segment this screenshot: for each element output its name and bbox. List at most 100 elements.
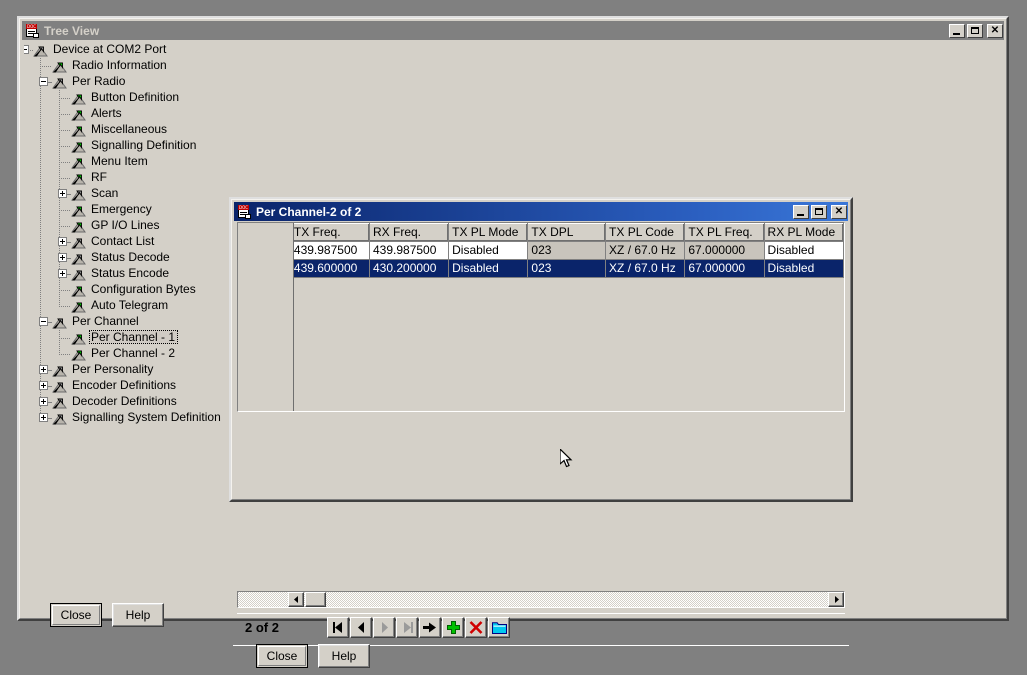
branch-arrow-icon	[71, 187, 86, 201]
tree-item-miscellaneous[interactable]: Miscellaneous	[24, 122, 1004, 138]
dialog-help-button[interactable]: Help	[318, 644, 370, 668]
expand-icon[interactable]	[39, 381, 48, 390]
delete-record-button[interactable]	[465, 617, 487, 638]
minimize-button[interactable]	[949, 23, 965, 38]
branch-arrow-icon	[71, 267, 86, 281]
leaf-arrow-icon	[71, 219, 86, 233]
maximize-button[interactable]	[967, 23, 983, 38]
grid-cell-tx-pl-freq: 67.000000	[684, 241, 765, 260]
tree-guide-line	[59, 226, 70, 227]
per-channel-dialog: DOC Per Channel-2 of 2 ✕ TX Freq. RX Freq…	[229, 197, 853, 668]
grid-column-header[interactable]: TX DPL	[527, 223, 607, 242]
tree-guide-line	[40, 202, 41, 218]
tree-item-rf[interactable]: RF	[24, 170, 1004, 186]
grid-cell-tx-pl-mode[interactable]: Disabled	[448, 259, 529, 278]
leaf-arrow-icon	[71, 203, 86, 217]
tree-guide-line	[40, 266, 41, 282]
close-icon[interactable]: ✕	[987, 23, 1003, 38]
tree-item-label: Signalling System Definition	[72, 410, 221, 424]
branch-arrow-icon	[71, 251, 86, 265]
grid-header-row: TX Freq. RX Freq. TX PL Mode TX DPL TX PL Co…	[238, 223, 844, 242]
tree-item-device-at-com2-port[interactable]: Device at COM2 Port	[24, 42, 1004, 58]
scroll-thumb[interactable]	[305, 592, 326, 607]
tree-item-button-definition[interactable]: Button Definition	[24, 90, 1004, 106]
scroll-right-button[interactable]	[828, 592, 844, 607]
goto-record-button[interactable]	[419, 617, 441, 638]
expand-icon[interactable]	[58, 253, 67, 262]
branch-arrow-icon	[52, 75, 67, 89]
dialog-title: Per Channel-2 of 2	[256, 204, 362, 219]
tree-item-label: Auto Telegram	[91, 298, 169, 312]
grid-horizontal-scrollbar[interactable]	[237, 591, 845, 608]
branch-arrow-icon	[52, 315, 67, 329]
branch-arrow-icon	[52, 411, 67, 425]
record-count-label: 2 of 2	[245, 620, 279, 635]
outer-help-button[interactable]: Help	[112, 603, 164, 627]
branch-arrow-icon	[33, 43, 48, 57]
tree-guide-line	[40, 154, 41, 170]
outer-titlebar[interactable]: DOC Tree View ✕	[22, 21, 1004, 40]
leaf-arrow-icon	[71, 155, 86, 169]
grid-cell-tx-freq[interactable]: 439.600000	[290, 259, 371, 278]
grid-cell-tx-pl-freq: 67.000000	[684, 259, 765, 278]
last-record-button	[396, 617, 418, 638]
grid-column-header[interactable]: TX PL Mode	[448, 223, 529, 242]
channel-grid[interactable]: TX Freq. RX Freq. TX PL Mode TX DPL TX PL Co…	[237, 222, 845, 412]
tree-guide-line	[40, 346, 41, 362]
dialog-titlebar[interactable]: DOC Per Channel-2 of 2 ✕	[234, 202, 848, 221]
dialog-help-label: Help	[331, 649, 357, 663]
grid-cell-tx-pl-code: XZ / 67.0 Hz	[605, 259, 686, 278]
grid-column-header[interactable]: TX Freq.	[289, 223, 371, 242]
grid-cell-rx-freq[interactable]: 439.987500	[369, 241, 450, 260]
grid-column-header[interactable]: TX PL Code	[605, 223, 686, 242]
tree-item-label: Per Channel	[72, 314, 139, 328]
scroll-left-button[interactable]	[288, 592, 304, 607]
grid-cell-rx-pl-mode[interactable]: Disabled	[764, 241, 844, 260]
tree-item-label: Miscellaneous	[91, 122, 168, 136]
collapse-icon[interactable]	[39, 317, 48, 326]
tree-item-signalling-definition[interactable]: Signalling Definition	[24, 138, 1004, 154]
grid-column-header[interactable]: TX PL Freq.	[684, 223, 765, 242]
dialog-close-icon[interactable]: ✕	[831, 204, 847, 219]
expand-icon[interactable]	[58, 237, 67, 246]
grid-column-header[interactable]: RX PL Mode	[763, 223, 844, 242]
tree-item-menu-item[interactable]: Menu Item	[24, 154, 1004, 170]
tree-guide-line	[59, 290, 70, 291]
tree-guide-line	[40, 250, 41, 266]
dialog-close-button[interactable]: Close	[256, 644, 308, 668]
grid-cell-tx-freq[interactable]: 439.987500	[290, 241, 371, 260]
leaf-arrow-icon	[71, 299, 86, 313]
tree-item-radio-information[interactable]: Radio Information	[24, 58, 1004, 74]
collapse-icon[interactable]	[24, 45, 29, 54]
grid-row[interactable]: 2439.600000430.200000Disabled023XZ / 67.…	[238, 259, 844, 278]
tree-item-per-radio[interactable]: Per Radio	[24, 74, 1004, 90]
tree-item-alerts[interactable]: Alerts	[24, 106, 1004, 122]
tree-item-label: Menu Item	[91, 154, 148, 168]
tree-guide-line	[59, 98, 70, 99]
previous-record-button[interactable]	[350, 617, 372, 638]
first-record-button[interactable]	[327, 617, 349, 638]
grid-cell-rx-pl-mode[interactable]: Disabled	[764, 259, 844, 278]
tree-guide-line	[40, 66, 51, 67]
dialog-minimize-button[interactable]	[793, 204, 809, 219]
leaf-arrow-icon	[71, 123, 86, 137]
tree-guide-line	[59, 114, 70, 115]
grid-row[interactable]: 1439.987500439.987500Disabled023XZ / 67.…	[238, 241, 844, 260]
expand-icon[interactable]	[58, 189, 67, 198]
add-record-button[interactable]	[442, 617, 464, 638]
outer-close-button[interactable]: Close	[50, 603, 102, 627]
expand-icon[interactable]	[58, 269, 67, 278]
document-icon: DOC	[236, 204, 252, 219]
leaf-arrow-icon	[71, 107, 86, 121]
collapse-icon[interactable]	[39, 77, 48, 86]
open-record-button[interactable]	[488, 617, 510, 638]
expand-icon[interactable]	[39, 397, 48, 406]
expand-icon[interactable]	[39, 365, 48, 374]
leaf-arrow-icon	[71, 139, 86, 153]
grid-column-header[interactable]: RX Freq.	[368, 223, 450, 242]
expand-icon[interactable]	[39, 413, 48, 422]
tree-guide-line	[40, 122, 41, 138]
grid-cell-tx-pl-mode[interactable]: Disabled	[448, 241, 529, 260]
grid-cell-rx-freq[interactable]: 430.200000	[369, 259, 450, 278]
dialog-maximize-button[interactable]	[811, 204, 827, 219]
